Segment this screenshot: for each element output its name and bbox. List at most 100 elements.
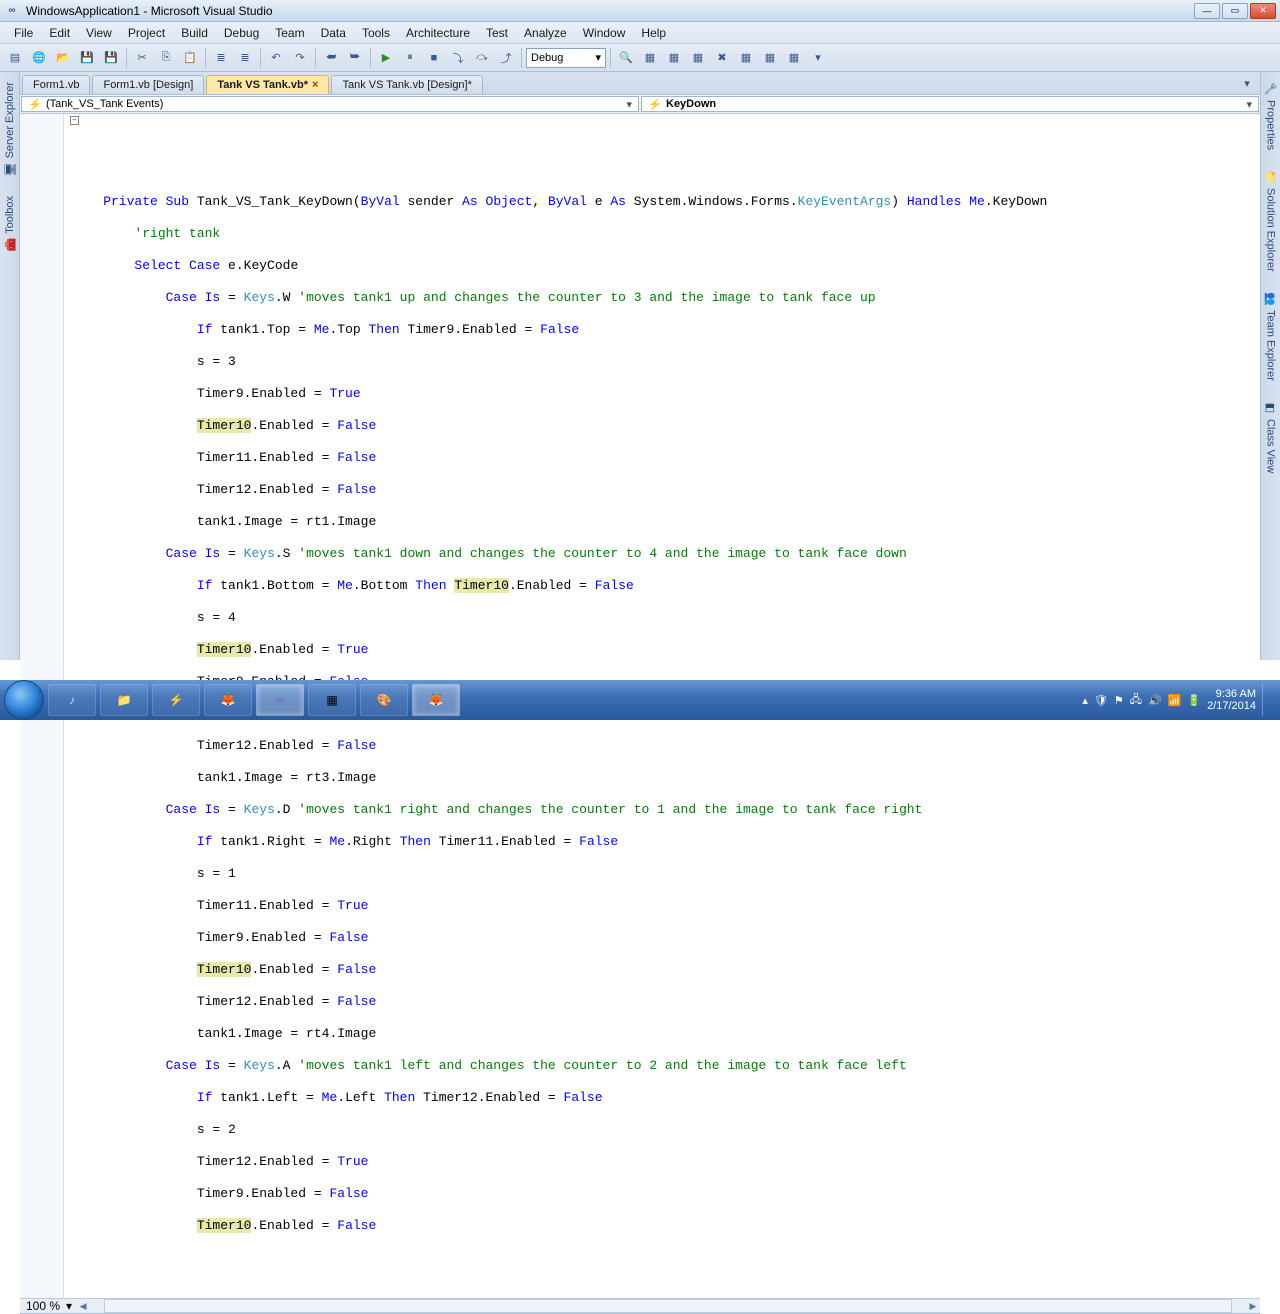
tab-form1-design[interactable]: Form1.vb [Design] [92, 75, 204, 94]
taskbar-app[interactable]: ⚡ [152, 684, 200, 716]
tray-battery-icon[interactable]: 🔋 [1187, 694, 1201, 707]
menu-tools[interactable]: Tools [354, 24, 398, 42]
config-dropdown[interactable]: Debug▾ [526, 48, 606, 68]
tool-button[interactable]: ▦ [663, 47, 685, 69]
show-desktop-button[interactable] [1262, 684, 1270, 716]
server-explorer-tab[interactable]: 🖥Server Explorer [1, 76, 19, 182]
menu-window[interactable]: Window [575, 24, 634, 42]
taskbar-visual-studio[interactable]: ∞ [256, 684, 304, 716]
tab-dropdown-button[interactable]: ▾ [1236, 72, 1258, 94]
properties-tab[interactable]: 🔧Properties [1262, 76, 1280, 156]
class-view-tab[interactable]: ◧Class View [1262, 395, 1280, 479]
close-tab-icon[interactable]: × [312, 79, 318, 91]
scroll-left-icon[interactable]: ◀ [76, 1301, 90, 1312]
menu-test[interactable]: Test [478, 24, 516, 42]
menu-debug[interactable]: Debug [216, 24, 267, 42]
menu-architecture[interactable]: Architecture [398, 24, 478, 42]
firefox-icon: 🦊 [429, 693, 444, 707]
save-all-button[interactable]: 💾 [100, 47, 122, 69]
tray-time: 9:36 AM [1207, 688, 1256, 700]
taskbar-firefox-2[interactable]: 🦊 [412, 684, 460, 716]
tray-action-center-icon[interactable]: ⚑ [1114, 694, 1124, 707]
taskbar-explorer[interactable]: 📁 [100, 684, 148, 716]
tab-form1-vb[interactable]: Form1.vb [22, 75, 90, 94]
solution-explorer-tab[interactable]: 📁Solution Explorer [1262, 164, 1280, 278]
tray-wifi-icon[interactable]: 📶 [1168, 694, 1182, 707]
save-button[interactable]: 💾 [76, 47, 98, 69]
tool-button[interactable]: ▦ [783, 47, 805, 69]
tool-button[interactable]: ▦ [735, 47, 757, 69]
taskbar-app2[interactable]: ▦ [308, 684, 356, 716]
taskbar-firefox[interactable]: 🦊 [204, 684, 252, 716]
menu-view[interactable]: View [78, 24, 120, 42]
method-dropdown[interactable]: ⚡KeyDown▾ [641, 96, 1259, 112]
system-tray[interactable]: ▴ 🛡 ⚑ 🖧 🔊 📶 🔋 9:36 AM 2/17/2014 [1082, 684, 1276, 716]
new-project-button[interactable]: ▤ [4, 47, 26, 69]
toolbar-separator [260, 48, 261, 68]
tray-security-icon[interactable]: 🛡 [1094, 694, 1108, 707]
menu-project[interactable]: Project [120, 24, 173, 42]
minimize-button[interactable]: — [1194, 3, 1220, 19]
tool-button[interactable]: ▦ [759, 47, 781, 69]
tray-clock[interactable]: 9:36 AM 2/17/2014 [1207, 688, 1256, 712]
close-button[interactable]: ✕ [1250, 3, 1276, 19]
class-dropdown[interactable]: ⚡(Tank_VS_Tank Events)▾ [21, 96, 639, 112]
menu-file[interactable]: File [6, 24, 41, 42]
start-button[interactable]: ▶ [375, 47, 397, 69]
nav-fwd-button[interactable]: ⮩ [344, 47, 366, 69]
undo-button[interactable]: ↶ [265, 47, 287, 69]
uncomment-button[interactable]: ≣ [234, 47, 256, 69]
zoom-dropdown-icon[interactable]: ▾ [66, 1299, 76, 1313]
tab-label: Form1.vb [Design] [103, 79, 193, 91]
step-into-button[interactable]: ⤵ [447, 47, 469, 69]
tool-button[interactable]: ▦ [687, 47, 709, 69]
scroll-right-icon[interactable]: ▶ [1246, 1301, 1260, 1312]
add-item-button[interactable]: 🌐 [28, 47, 50, 69]
tray-show-hidden-icon[interactable]: ▴ [1082, 694, 1088, 707]
sidetab-label: Properties [1265, 100, 1277, 150]
toolbar-separator [205, 48, 206, 68]
pause-button[interactable]: ⏸ [399, 47, 421, 69]
toolbar-overflow-button[interactable]: ▾ [807, 47, 829, 69]
start-button[interactable] [4, 680, 44, 720]
menu-team[interactable]: Team [267, 24, 312, 42]
step-out-button[interactable]: ⤴ [495, 47, 517, 69]
scrollbar-horizontal[interactable]: 100 % ▾ ◀ ▶ [20, 1298, 1260, 1313]
find-button[interactable]: 🔍 [615, 47, 637, 69]
menu-data[interactable]: Data [313, 24, 354, 42]
cut-button[interactable]: ✂ [131, 47, 153, 69]
window-title: WindowsApplication1 - Microsoft Visual S… [26, 4, 1194, 18]
copy-button[interactable]: ⎘ [155, 47, 177, 69]
nav-back-button[interactable]: ⮨ [320, 47, 342, 69]
redo-button[interactable]: ↷ [289, 47, 311, 69]
paste-button[interactable]: 📋 [179, 47, 201, 69]
tool-button[interactable]: ▦ [639, 47, 661, 69]
solution-icon: 📁 [1264, 170, 1278, 184]
tab-tank-design[interactable]: Tank VS Tank.vb [Design]* [331, 75, 482, 94]
menu-analyze[interactable]: Analyze [516, 24, 575, 42]
tray-volume-icon[interactable]: 🔊 [1148, 694, 1162, 707]
taskbar-itunes[interactable]: ♪ [48, 684, 96, 716]
chevron-down-icon: ▾ [595, 51, 601, 64]
open-button[interactable]: 📂 [52, 47, 74, 69]
menu-edit[interactable]: Edit [41, 24, 78, 42]
scroll-track[interactable] [104, 1299, 1232, 1313]
tray-network-icon[interactable]: 🖧 [1130, 691, 1142, 710]
team-explorer-tab[interactable]: 👥Team Explorer [1262, 286, 1280, 387]
taskbar: ♪ 📁 ⚡ 🦊 ∞ ▦ 🎨 🦊 ▴ 🛡 ⚑ 🖧 🔊 📶 🔋 9:36 AM 2/… [0, 680, 1280, 720]
zoom-level[interactable]: 100 % [20, 1299, 66, 1313]
collapse-toggle[interactable]: − [70, 116, 79, 125]
menu-help[interactable]: Help [633, 24, 674, 42]
stop-button[interactable]: ■ [423, 47, 445, 69]
tab-tank-vb[interactable]: Tank VS Tank.vb*× [206, 75, 329, 94]
maximize-button[interactable]: ▭ [1222, 3, 1248, 19]
step-over-button[interactable]: ⤼ [471, 47, 493, 69]
itunes-icon: ♪ [69, 693, 75, 707]
toolbar: ▤ 🌐 📂 💾 💾 ✂ ⎘ 📋 ≣ ≣ ↶ ↷ ⮨ ⮩ ▶ ⏸ ■ ⤵ ⤼ ⤴ … [0, 44, 1280, 72]
toolbox-tab[interactable]: 🧰Toolbox [1, 190, 19, 258]
comment-button[interactable]: ≣ [210, 47, 232, 69]
taskbar-paint[interactable]: 🎨 [360, 684, 408, 716]
menu-build[interactable]: Build [173, 24, 216, 42]
toolbar-separator [315, 48, 316, 68]
tool-button[interactable]: ✖ [711, 47, 733, 69]
